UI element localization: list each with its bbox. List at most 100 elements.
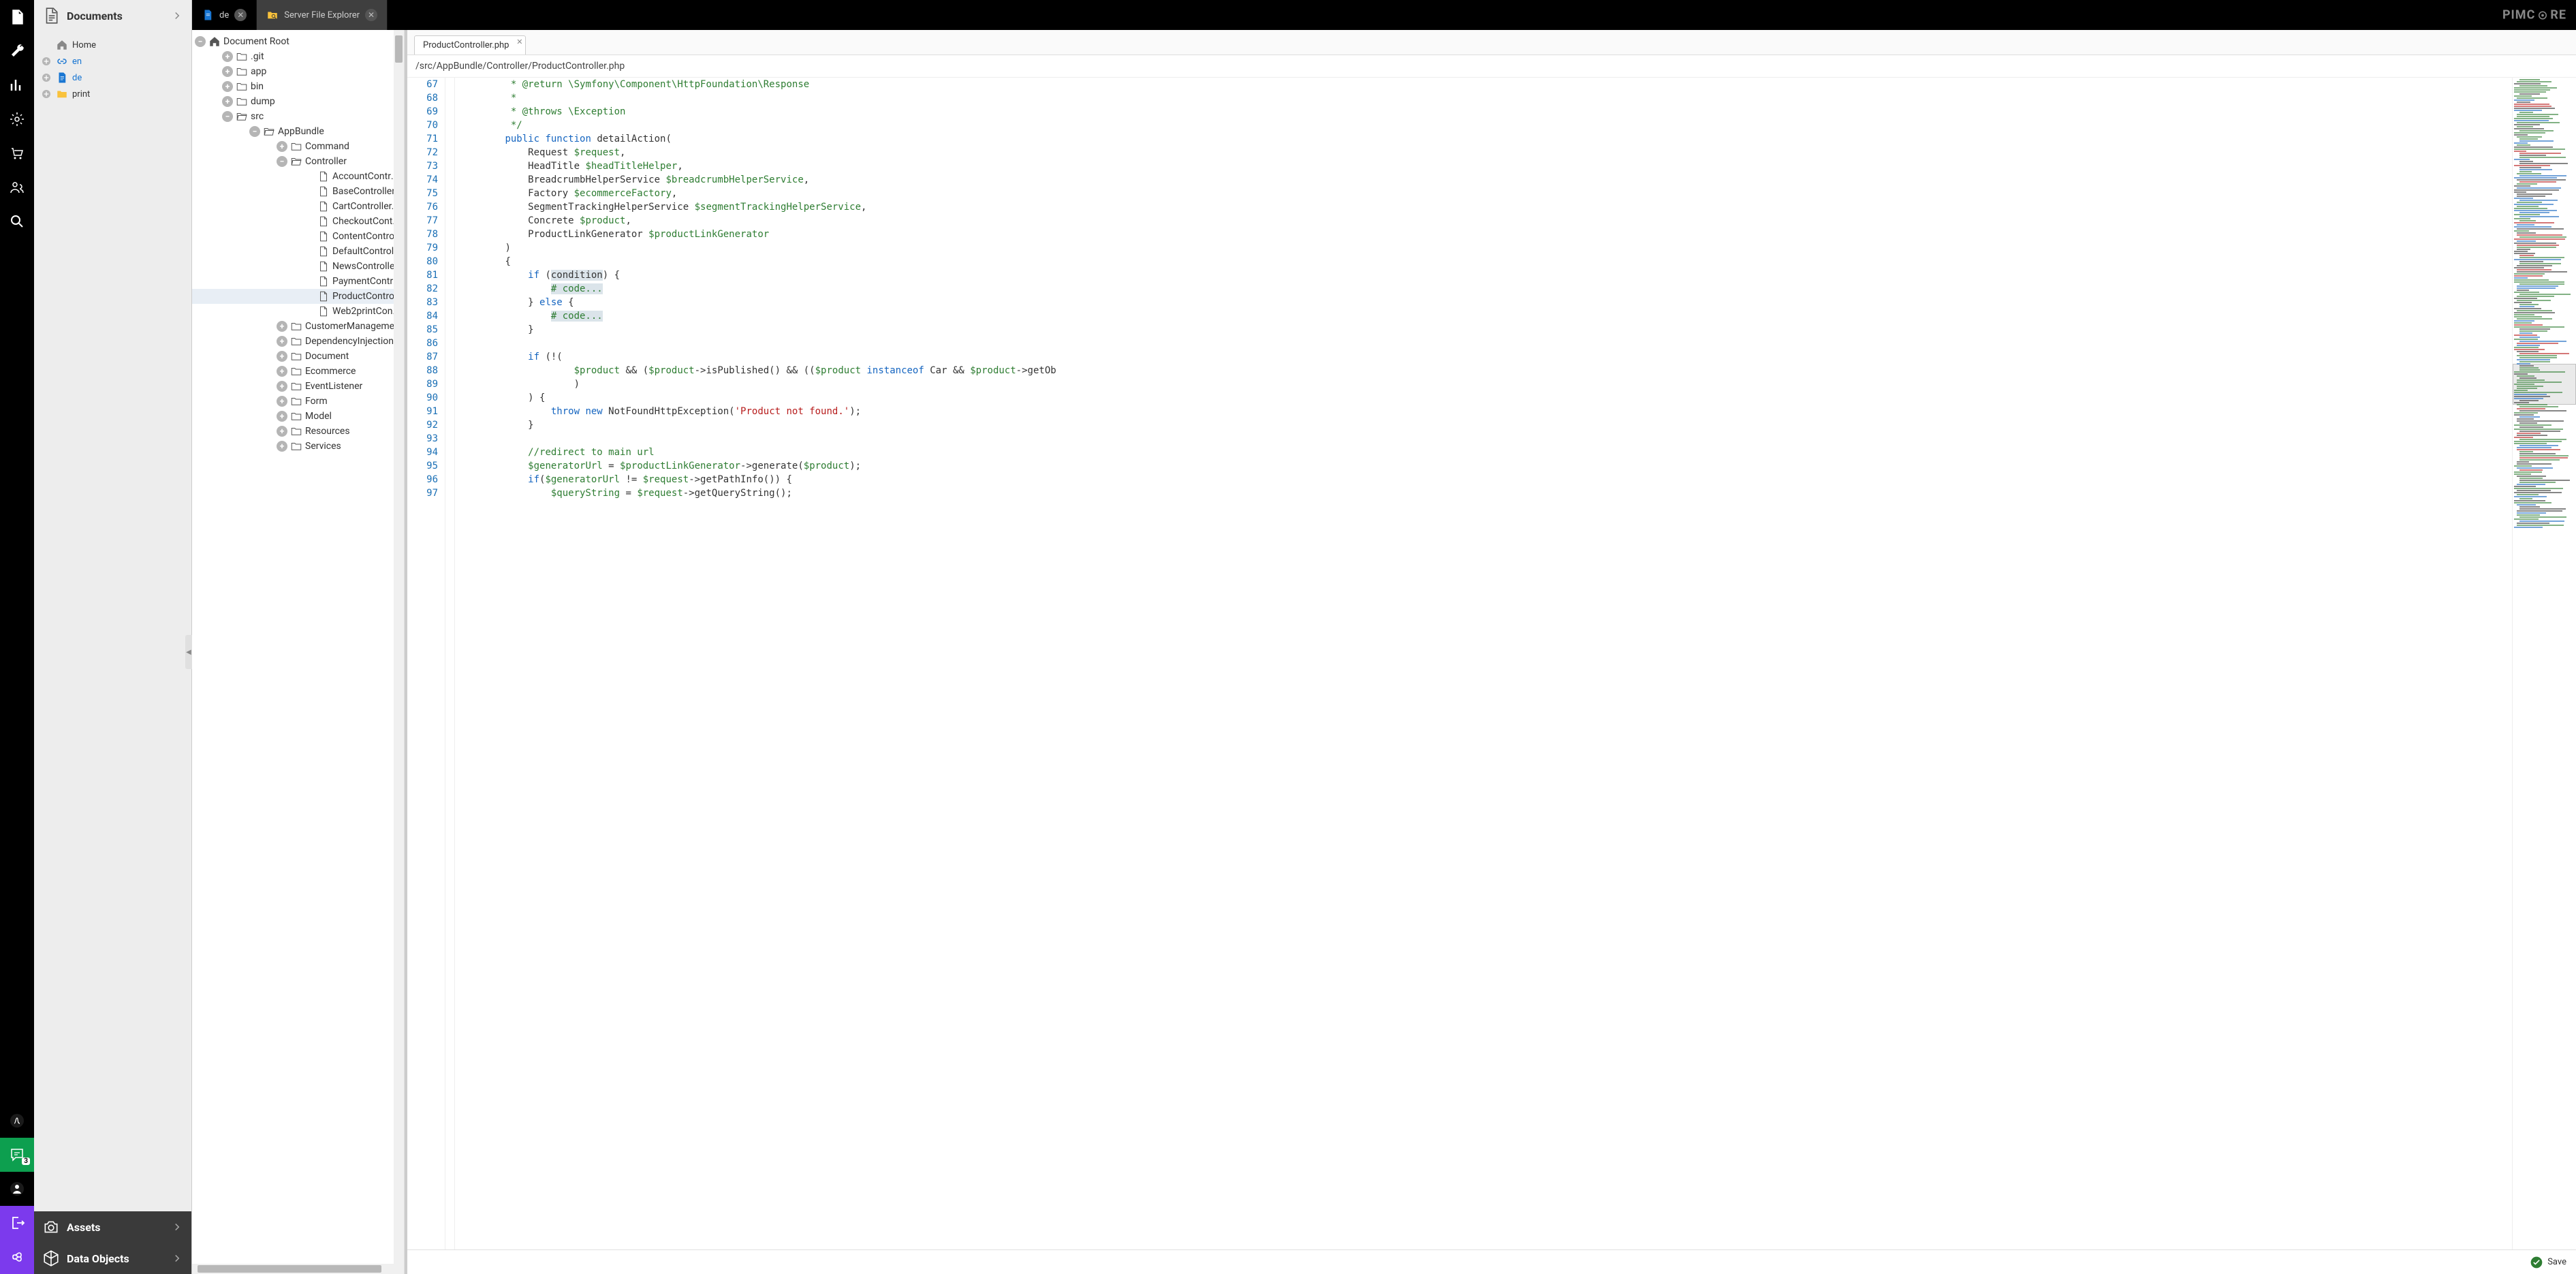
code-editor[interactable]: 6768697071727374757677787980818283848586… (407, 78, 2512, 1249)
tree-expand-icon[interactable] (222, 81, 233, 92)
tab-de[interactable]: de ✕ (192, 0, 257, 30)
tab-server-file-explorer[interactable]: Server File Explorer ✕ (257, 0, 388, 30)
filetree-node[interactable]: Web2printControll (192, 304, 404, 319)
accordion-documents-header[interactable]: Documents (34, 0, 191, 31)
sidebar-user-icon[interactable] (0, 1172, 34, 1206)
tree-expand-icon[interactable] (277, 426, 287, 437)
filetree-label: CartController.php (332, 201, 401, 212)
filetree-label: .git (251, 51, 264, 62)
doc-item-home[interactable]: Home (37, 37, 189, 53)
collapse-handle[interactable]: ◀ (185, 635, 192, 669)
filetree-node[interactable]: NewsController.ph (192, 259, 404, 274)
filetree-node[interactable]: CartController.php (192, 199, 404, 214)
tab-close-icon[interactable]: ✕ (234, 9, 247, 21)
filetree-node[interactable]: EventListener (192, 379, 404, 394)
folder-icon (56, 88, 68, 100)
sidebar-logout-icon[interactable] (0, 1206, 34, 1240)
accordion-assets-title: Assets (67, 1221, 164, 1234)
filetree-label: bin (251, 81, 264, 92)
tree-expand-icon[interactable] (277, 351, 287, 362)
tree-collapse-icon[interactable] (222, 111, 233, 122)
filetree-node[interactable]: AccountController. (192, 169, 404, 184)
filetree-node[interactable]: ProductController. (192, 289, 404, 304)
filetree-node[interactable]: app (192, 64, 404, 79)
tree-expand-icon[interactable] (277, 336, 287, 347)
accordion-dataobjects-header[interactable]: Data Objects (34, 1243, 191, 1274)
sidebar-gear-icon[interactable] (0, 102, 34, 136)
filetree-node[interactable]: Document (192, 349, 404, 364)
filetree-node[interactable]: Model (192, 409, 404, 424)
tree-expand-icon[interactable] (277, 381, 287, 392)
filetree-node[interactable]: Command (192, 139, 404, 154)
sidebar-chat-icon[interactable]: 3 (0, 1138, 34, 1172)
sidebar-infinity-icon[interactable] (0, 1240, 34, 1274)
plus-icon[interactable] (41, 72, 52, 83)
sidebar-file-icon[interactable] (0, 0, 34, 34)
tree-expand-icon[interactable] (277, 321, 287, 332)
filetree-label: AccountController. (332, 171, 401, 182)
filetree-node[interactable]: DefaultController.p (192, 244, 404, 259)
doc-blue-icon (56, 72, 68, 84)
sidebar-symfony-icon[interactable] (0, 1104, 34, 1138)
editor-tab-product-controller[interactable]: ProductController.php ✕ (414, 35, 526, 55)
filetree-node[interactable]: Document Root (192, 34, 404, 49)
sidebar-cart-icon[interactable] (0, 136, 34, 170)
sidebar-chart-icon[interactable] (0, 68, 34, 102)
code-lines[interactable]: * @return \Symfony\Component\HttpFoundat… (455, 78, 2512, 1249)
tab-label: de (219, 10, 229, 20)
doc-item-en[interactable]: en (37, 53, 189, 69)
folder-search-icon (266, 9, 279, 21)
filetree-node[interactable]: Ecommerce (192, 364, 404, 379)
filetree-node[interactable]: CheckoutControlle (192, 214, 404, 229)
filetree-node[interactable]: PaymentController (192, 274, 404, 289)
filetree-node[interactable]: AppBundle (192, 124, 404, 139)
tree-expand-icon[interactable] (277, 366, 287, 377)
filetree-node[interactable]: Form (192, 394, 404, 409)
tree-expand-icon[interactable] (222, 66, 233, 77)
filetree-label: AppBundle (278, 126, 324, 137)
chevron-right-icon (171, 1252, 183, 1264)
filetree-label: app (251, 66, 266, 77)
sidebar-wrench-icon[interactable] (0, 34, 34, 68)
filetree-node[interactable]: Services (192, 439, 404, 454)
minimap[interactable] (2512, 78, 2576, 1249)
tree-expand-icon[interactable] (277, 141, 287, 152)
tree-expand-icon[interactable] (277, 441, 287, 452)
accordion-assets-header[interactable]: Assets (34, 1211, 191, 1243)
tree-expand-icon[interactable] (277, 396, 287, 407)
fold-column[interactable] (445, 78, 455, 1249)
filetree-node[interactable]: Resources (192, 424, 404, 439)
filetree-node[interactable]: .git (192, 49, 404, 64)
filetree-node[interactable]: CustomerManagement (192, 319, 404, 334)
doc-item-de[interactable]: de (37, 69, 189, 86)
sidebar-search-icon[interactable] (0, 204, 34, 238)
tree-expand-icon[interactable] (222, 51, 233, 62)
filetree-vscrollbar[interactable] (394, 30, 404, 1274)
filetree-label: EventListener (305, 381, 362, 392)
editor-file-path: /src/AppBundle/Controller/ProductControl… (407, 55, 2576, 78)
filetree-node[interactable]: ContentController. (192, 229, 404, 244)
filetree-hscrollbar[interactable] (192, 1264, 404, 1274)
filetree-label: Resources (305, 426, 350, 437)
plus-icon[interactable] (41, 56, 52, 67)
tree-collapse-icon[interactable] (277, 156, 287, 167)
filetree-node[interactable]: Controller (192, 154, 404, 169)
filetree-node[interactable]: dump (192, 94, 404, 109)
tab-close-icon[interactable]: ✕ (365, 9, 377, 21)
tree-collapse-icon[interactable] (195, 36, 206, 47)
save-button[interactable]: Save (2547, 1257, 2566, 1267)
filetree-node[interactable]: bin (192, 79, 404, 94)
chat-badge: 3 (22, 1158, 30, 1165)
filetree-node[interactable]: DependencyInjection (192, 334, 404, 349)
tree-expand-icon[interactable] (222, 96, 233, 107)
tree-expand-icon[interactable] (277, 411, 287, 422)
filetree-node[interactable]: BaseController.php (192, 184, 404, 199)
filetree-label: CheckoutControlle (332, 216, 401, 227)
doc-item-print[interactable]: print (37, 86, 189, 102)
filetree-node[interactable]: src (192, 109, 404, 124)
sidebar-users-icon[interactable] (0, 170, 34, 204)
editor-tab-close-icon[interactable]: ✕ (516, 37, 522, 46)
tree-collapse-icon[interactable] (249, 126, 260, 137)
check-circle-icon (2530, 1256, 2543, 1269)
plus-icon[interactable] (41, 89, 52, 99)
